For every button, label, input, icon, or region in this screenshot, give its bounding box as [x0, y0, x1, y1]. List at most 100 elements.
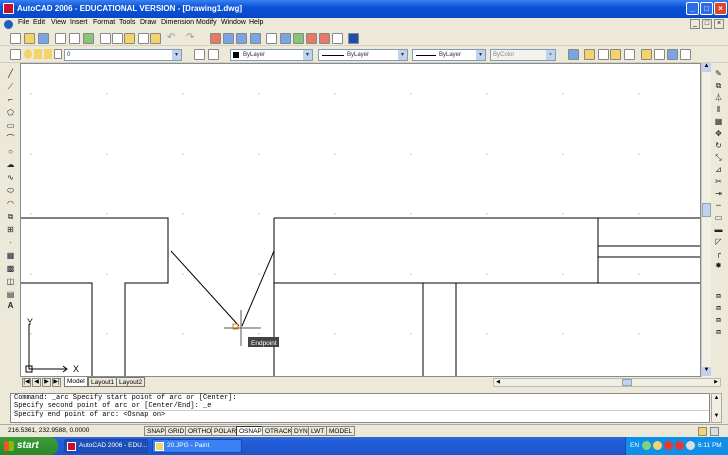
layer-previous-icon[interactable] [208, 49, 219, 60]
close-button[interactable]: × [714, 2, 727, 15]
scroll-up-arrow[interactable]: ▲ [702, 63, 711, 72]
zoom-realtime-icon[interactable] [223, 33, 234, 44]
plot-preview-icon[interactable] [69, 33, 80, 44]
menu-help[interactable]: Help [249, 19, 263, 26]
lock-icon[interactable] [44, 49, 52, 59]
model-toggle[interactable]: MODEL [326, 426, 356, 436]
undo-icon[interactable]: ↶ [167, 32, 175, 43]
lightbulb-icon[interactable] [24, 49, 32, 59]
extend-icon[interactable]: ⇥ [713, 188, 724, 199]
menu-dimension[interactable]: Dimension [161, 19, 194, 26]
sun-icon[interactable] [34, 49, 42, 59]
materials-icon[interactable] [680, 49, 691, 60]
explode-icon[interactable]: ✸ [713, 260, 724, 271]
break-icon[interactable]: ▭ [713, 212, 724, 223]
tray-app-icon[interactable] [653, 441, 662, 450]
lwt-toggle[interactable]: LWT [308, 426, 328, 436]
maximize-button[interactable]: □ [700, 2, 713, 15]
tab-model[interactable]: Model [64, 377, 88, 387]
start-button[interactable]: start [0, 437, 58, 455]
rectangle-icon[interactable]: ▭ [5, 120, 16, 131]
command-prompt[interactable]: Specify end point of arc: <Osnap on> [14, 410, 709, 419]
point-icon[interactable]: · [5, 237, 16, 248]
layer-manager-icon[interactable] [10, 49, 21, 60]
rotate-icon[interactable]: ↻ [713, 140, 724, 151]
doc-minimize-button[interactable]: _ [690, 19, 700, 29]
join-icon[interactable]: ▬ [713, 224, 724, 235]
clock[interactable]: 6:11 PM [698, 442, 722, 449]
language-indicator[interactable]: EN [630, 442, 639, 449]
communication-center-icon[interactable] [698, 427, 707, 436]
linetype-dropdown[interactable]: ByLayer ▾ [318, 49, 408, 61]
make-layer-current-icon[interactable] [194, 49, 205, 60]
menu-format[interactable]: Format [93, 19, 115, 26]
tab-layout2[interactable]: Layout2 [116, 377, 146, 387]
stretch-icon[interactable]: ⊿ [713, 164, 724, 175]
hyperlink-icon[interactable] [624, 49, 635, 60]
properties-icon[interactable] [266, 33, 277, 44]
drawing-canvas[interactable]: Y X Endpoint [20, 63, 701, 377]
revision-cloud-icon[interactable]: ☁ [5, 159, 16, 170]
menu-modify[interactable]: Modify [196, 19, 217, 26]
scale-icon[interactable]: ⤡ [713, 152, 724, 163]
ellipse-icon[interactable]: ⬭ [5, 185, 16, 196]
toolbar-lock-icon[interactable] [710, 427, 719, 436]
styles-icon[interactable] [568, 49, 579, 60]
vertical-scrollbar[interactable]: ▲ ▼ [701, 63, 711, 377]
construction-line-icon[interactable]: ⟋ [5, 81, 16, 92]
horizontal-scrollbar[interactable]: ◀ ▶ [493, 378, 721, 387]
save-icon[interactable] [38, 33, 49, 44]
ortho-toggle[interactable]: ORTHO [185, 426, 215, 436]
tool-palettes-icon[interactable] [293, 33, 304, 44]
menu-window[interactable]: Window [221, 19, 246, 26]
network-icon[interactable] [642, 441, 651, 450]
bring-to-front-icon[interactable]: ⧈ [713, 302, 724, 313]
scroll-down-arrow[interactable]: ▼ [702, 367, 711, 376]
menu-tools[interactable]: Tools [119, 19, 135, 26]
match-properties-icon[interactable] [138, 33, 149, 44]
first-tab-button[interactable]: |◀ [22, 378, 31, 387]
command-window[interactable]: Command: _arc Specify start point of arc… [10, 393, 710, 423]
menu-file[interactable]: File [18, 19, 29, 26]
lineweight-dropdown[interactable]: ByLayer ▾ [412, 49, 486, 61]
line-icon[interactable]: ╱ [5, 68, 16, 79]
tab-layout1[interactable]: Layout1 [88, 377, 118, 387]
dimension-style-icon[interactable] [598, 49, 609, 60]
scene-icon[interactable] [654, 49, 665, 60]
copy-icon[interactable] [112, 33, 123, 44]
circle-icon[interactable]: ○ [5, 146, 16, 157]
zoom-previous-icon[interactable] [250, 33, 261, 44]
help-icon[interactable] [348, 33, 359, 44]
hatch-icon[interactable]: ▦ [5, 250, 16, 261]
sheet-set-manager-icon[interactable] [306, 33, 317, 44]
menu-edit[interactable]: Edit [33, 19, 45, 26]
make-block-icon[interactable]: ⊞ [5, 224, 16, 235]
plot-icon[interactable] [55, 33, 66, 44]
zoom-window-icon[interactable] [236, 33, 247, 44]
array-icon[interactable]: ▦ [713, 116, 724, 127]
doc-close-button[interactable]: × [714, 19, 724, 29]
redo-icon[interactable]: ↷ [186, 32, 194, 43]
quickcalc-icon[interactable] [332, 33, 343, 44]
chamfer-icon[interactable]: ◸ [713, 236, 724, 247]
table-style-icon[interactable] [610, 49, 621, 60]
trim-icon[interactable]: ✂ [713, 176, 724, 187]
osnap-toggle[interactable]: OSNAP [236, 426, 265, 436]
next-tab-button[interactable]: ▶ [42, 378, 51, 387]
paste-icon[interactable] [124, 33, 135, 44]
horizontal-scroll-thumb[interactable] [622, 379, 632, 386]
menu-draw[interactable]: Draw [140, 19, 156, 26]
mirror-icon[interactable]: ⏃ [713, 92, 724, 103]
layer-dropdown[interactable]: 0 ▾ [64, 49, 182, 61]
polygon-icon[interactable]: ⬠ [5, 107, 16, 118]
move-icon[interactable]: ✥ [713, 128, 724, 139]
document-icon[interactable] [4, 20, 13, 29]
arc-icon[interactable]: ⌒ [5, 133, 16, 144]
design-center-icon[interactable] [280, 33, 291, 44]
break-at-point-icon[interactable]: ╌ [713, 200, 724, 211]
draw-order-icon[interactable]: ⧈ [713, 290, 724, 301]
markup-set-manager-icon[interactable] [319, 33, 330, 44]
command-scroll-down[interactable]: ▼ [712, 412, 721, 421]
offset-icon[interactable]: ⫴ [713, 104, 724, 115]
autocad-app-icon[interactable] [3, 3, 14, 14]
